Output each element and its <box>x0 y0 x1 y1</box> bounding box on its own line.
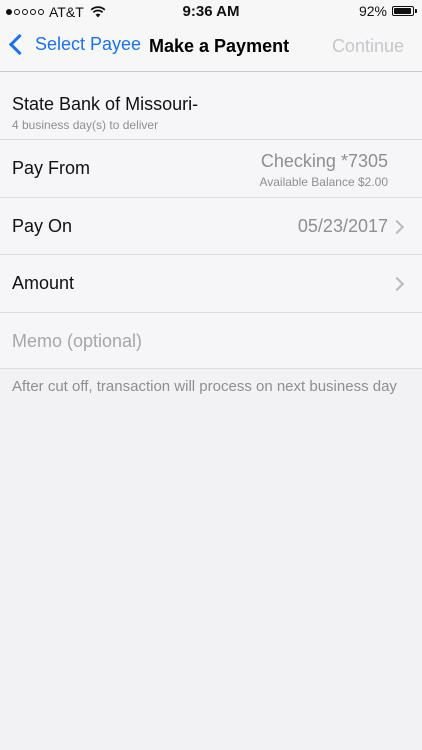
payee-header: State Bank of Missouri- 4 business day(s… <box>0 72 422 140</box>
pay-from-account: Checking *7305 <box>260 151 388 171</box>
pay-on-date: 05/23/2017 <box>297 216 388 236</box>
chevron-left-icon <box>8 33 31 56</box>
pay-on-label: Pay On <box>12 216 73 236</box>
continue-button[interactable]: Continue <box>332 36 404 57</box>
page-title: Make a Payment <box>149 36 290 56</box>
navigation-bar: Select Payee Make a Payment Continue <box>0 24 422 72</box>
pay-on-row[interactable]: Pay On 05/23/2017 <box>0 198 422 255</box>
back-button[interactable]: Select Payee <box>8 33 142 56</box>
battery-level <box>394 8 411 14</box>
amount-label: Amount <box>12 273 75 293</box>
cutoff-note: After cut off, transaction will process … <box>12 378 397 395</box>
memo-field[interactable]: Memo (optional) <box>0 313 422 369</box>
status-right: 92% <box>358 3 417 19</box>
pay-from-label: Pay From <box>12 158 91 178</box>
battery-icon <box>392 6 417 16</box>
battery-percent: 92% <box>358 3 387 19</box>
chevron-right-icon <box>389 219 405 235</box>
status-bar: AT&T 9:36 AM 92% <box>0 0 422 24</box>
available-balance: Available Balance $2.00 <box>259 175 388 189</box>
payee-name: State Bank of Missouri- <box>12 94 199 114</box>
memo-placeholder: Memo (optional) <box>12 331 143 351</box>
pay-from-row[interactable]: Pay From Checking *7305 Available Balanc… <box>0 140 422 198</box>
payee-delivery-time: 4 business day(s) to deliver <box>12 118 159 132</box>
back-button-label: Select Payee <box>35 34 142 54</box>
amount-row[interactable]: Amount <box>0 255 422 313</box>
chevron-right-icon <box>389 276 405 292</box>
